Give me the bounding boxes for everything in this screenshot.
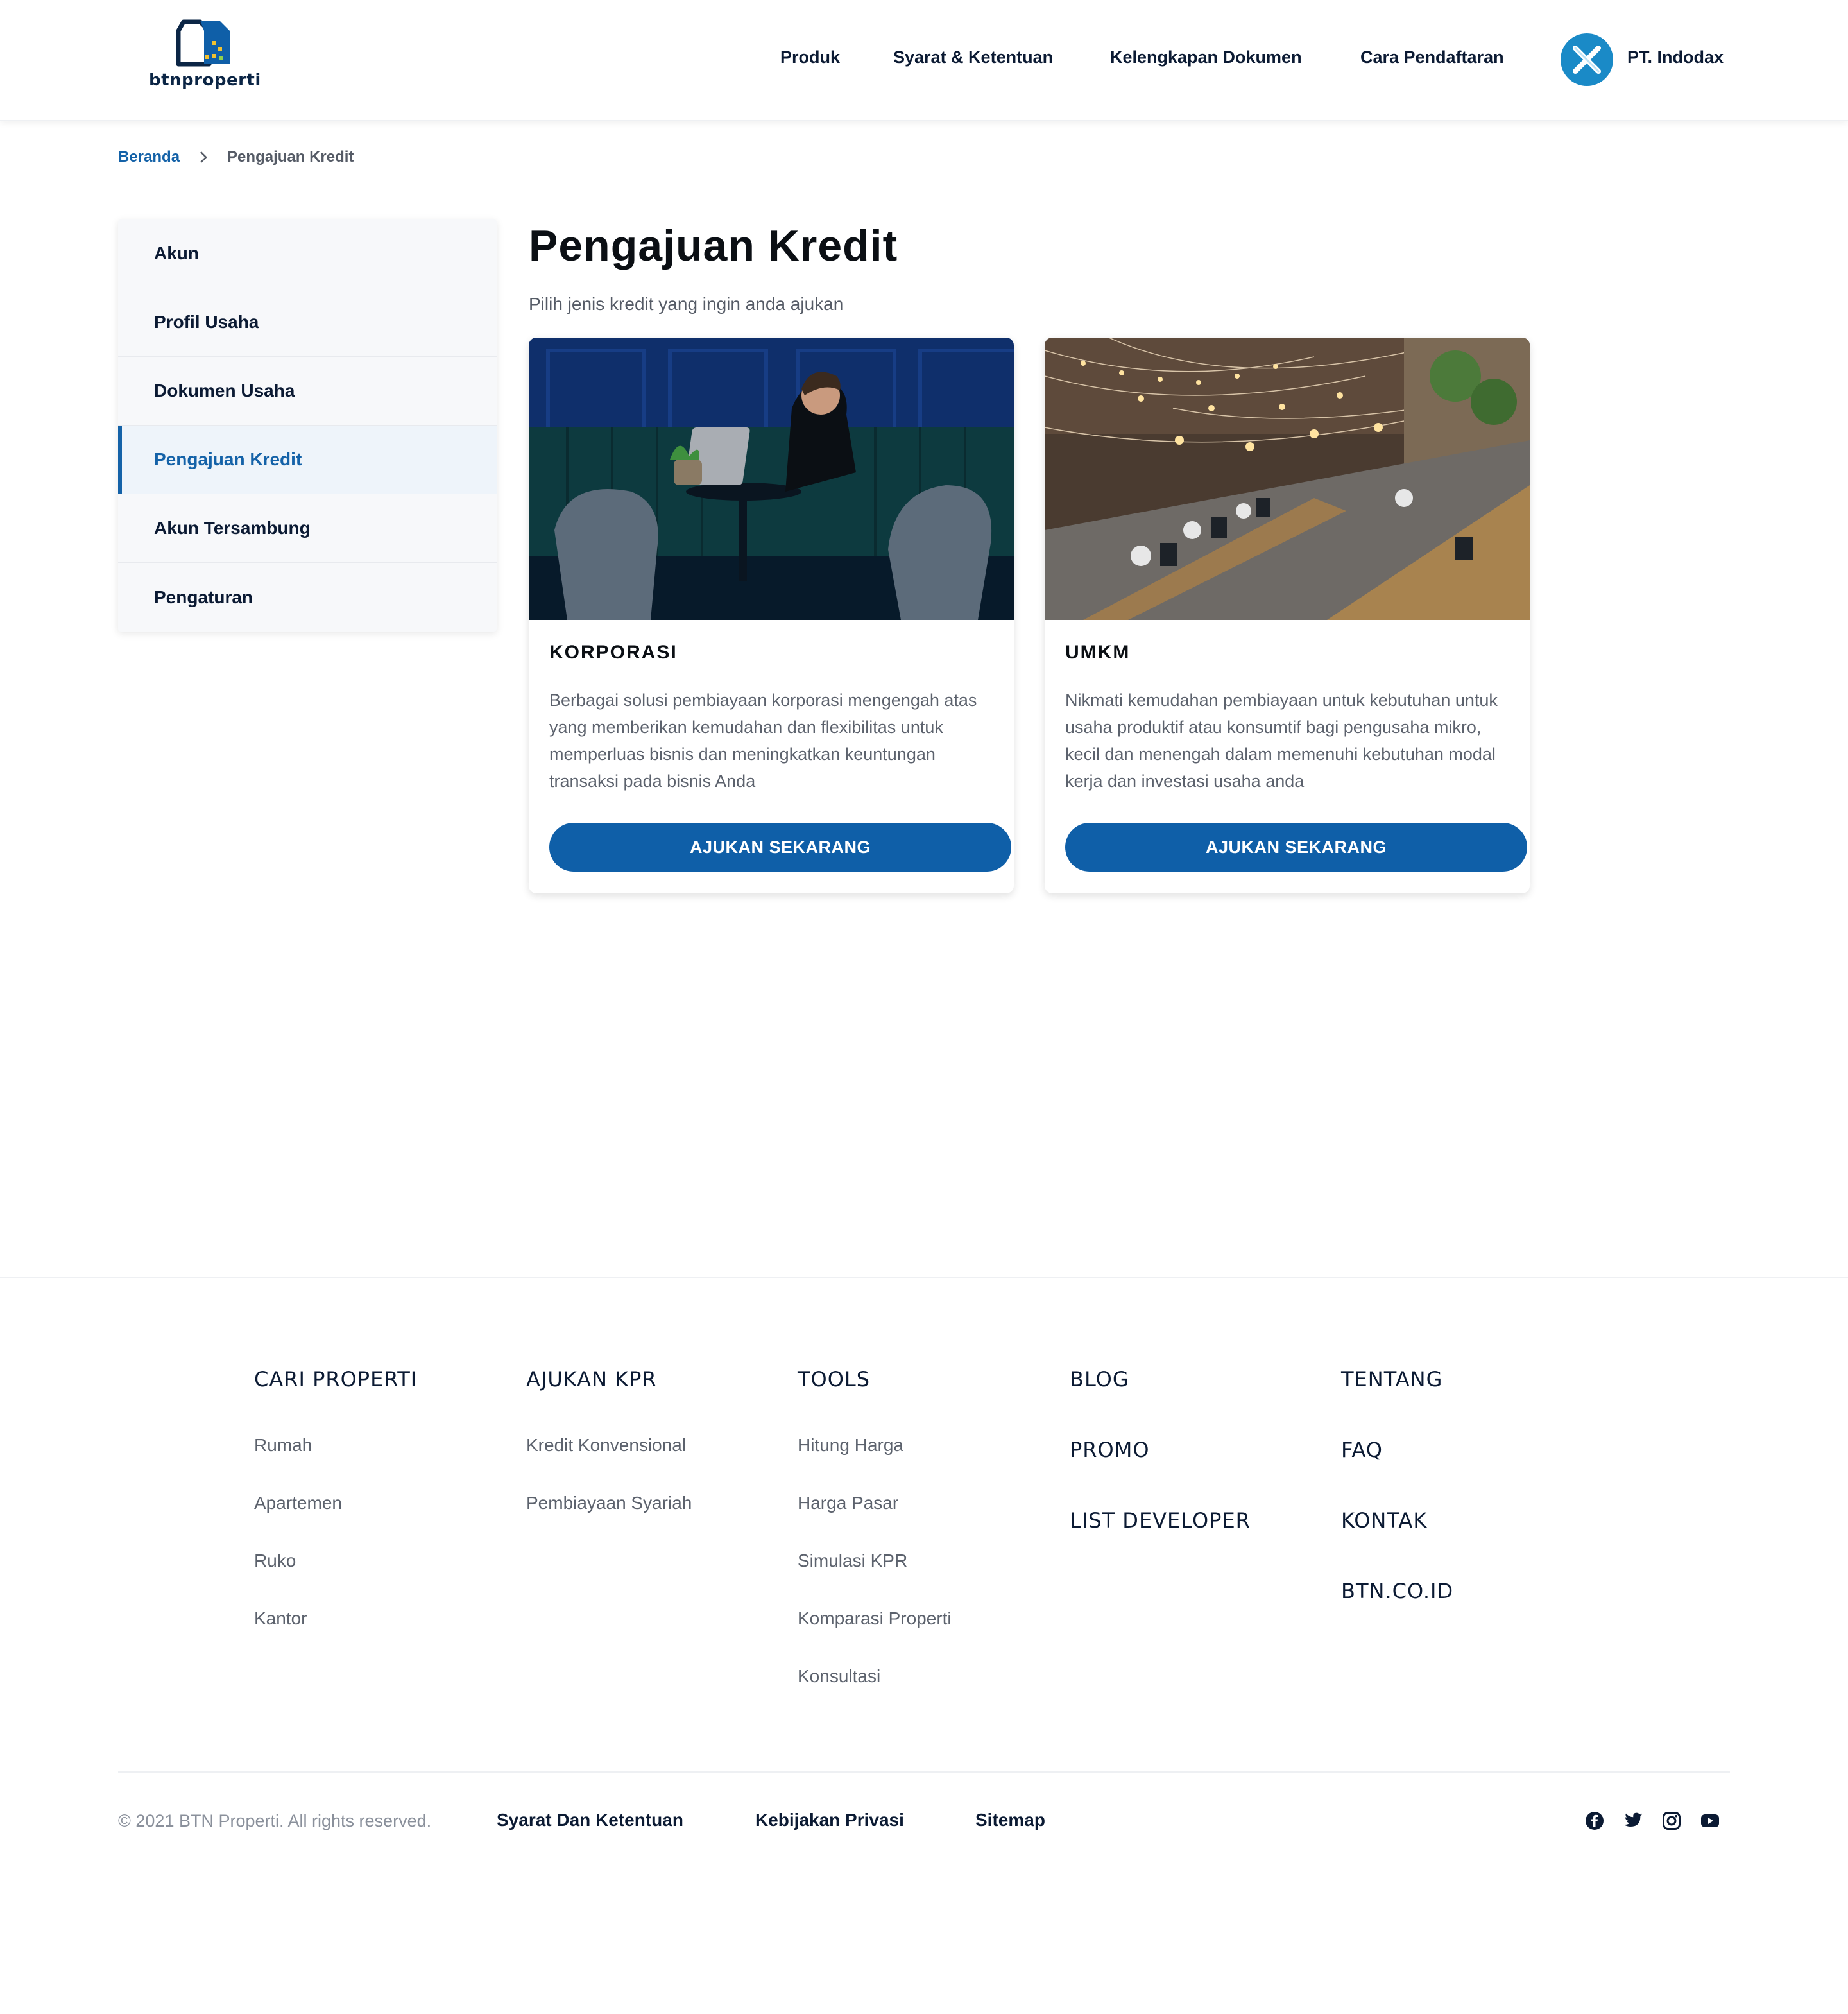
credit-card-korporasi: KORPORASI Berbagai solusi pembiayaan kor… bbox=[529, 338, 1014, 893]
sidebar-item-akun[interactable]: Akun bbox=[118, 219, 497, 288]
footer-link-kontak[interactable]: KONTAK bbox=[1341, 1508, 1427, 1533]
credit-card-umkm: UMKM Nikmati kemudahan pembiayaan untuk … bbox=[1045, 338, 1530, 893]
footer-link-promo[interactable]: PROMO bbox=[1070, 1438, 1150, 1462]
sidebar-item-pengajuan-kredit[interactable]: Pengajuan Kredit bbox=[118, 426, 497, 494]
breadcrumb-current: Pengajuan Kredit bbox=[227, 148, 354, 166]
bottom-divider bbox=[118, 1771, 1730, 1773]
footer-heading[interactable]: CARI PROPERTI bbox=[254, 1367, 417, 1391]
site-header: btnproperti Produk Syarat & Ketentuan Ke… bbox=[0, 0, 1848, 121]
footer-link[interactable]: Ruko bbox=[254, 1551, 296, 1571]
ajukan-umkm-button[interactable]: AJUKAN SEKARANG bbox=[1065, 823, 1527, 872]
breadcrumb-home[interactable]: Beranda bbox=[118, 148, 180, 166]
footer-link[interactable]: Rumah bbox=[254, 1435, 312, 1456]
footer-link-list-developer[interactable]: LIST DEVELOPER bbox=[1070, 1508, 1251, 1533]
instagram-icon[interactable] bbox=[1661, 1810, 1682, 1832]
nav-syarat-ketentuan[interactable]: Syarat & Ketentuan bbox=[893, 47, 1053, 67]
youtube-icon[interactable] bbox=[1699, 1810, 1721, 1832]
avatar[interactable] bbox=[1561, 33, 1613, 86]
footer-link[interactable]: Simulasi KPR bbox=[798, 1551, 907, 1571]
account-sidebar: Akun Profil Usaha Dokumen Usaha Pengajua… bbox=[118, 219, 497, 632]
footer-link-faq[interactable]: FAQ bbox=[1341, 1438, 1383, 1462]
card-title: UMKM bbox=[1065, 642, 1131, 663]
footer-link[interactable]: Komparasi Properti bbox=[798, 1608, 952, 1629]
footer-sitemap-link[interactable]: Sitemap bbox=[975, 1810, 1045, 1830]
footer-column-tools: TOOLS Hitung Harga Harga Pasar Simulasi … bbox=[798, 1367, 952, 1686]
korporasi-image bbox=[529, 338, 1014, 620]
footer-kebijakan-link[interactable]: Kebijakan Privasi bbox=[755, 1810, 904, 1830]
footer-link[interactable]: Hitung Harga bbox=[798, 1435, 903, 1456]
footer-link[interactable]: Konsultasi bbox=[798, 1666, 880, 1687]
footer-link[interactable]: Harga Pasar bbox=[798, 1493, 898, 1513]
footer-link[interactable]: Kantor bbox=[254, 1608, 307, 1629]
footer-link-blog[interactable]: BLOG bbox=[1070, 1367, 1129, 1391]
facebook-icon[interactable] bbox=[1584, 1810, 1605, 1832]
sidebar-item-profil-usaha[interactable]: Profil Usaha bbox=[118, 288, 497, 357]
footer-link[interactable]: Pembiayaan Syariah bbox=[526, 1493, 692, 1513]
twitter-icon[interactable] bbox=[1622, 1810, 1644, 1832]
nav-kelengkapan-dokumen[interactable]: Kelengkapan Dokumen bbox=[1110, 47, 1302, 67]
breadcrumb: Beranda Pengajuan Kredit bbox=[118, 148, 354, 167]
page-title: Pengajuan Kredit bbox=[529, 221, 898, 270]
footer-link[interactable]: Apartemen bbox=[254, 1493, 342, 1513]
card-description: Nikmati kemudahan pembiayaan untuk kebut… bbox=[1065, 691, 1498, 791]
logo[interactable]: btnproperti bbox=[149, 17, 261, 94]
footer-heading[interactable]: TOOLS bbox=[798, 1367, 870, 1391]
sidebar-item-dokumen-usaha[interactable]: Dokumen Usaha bbox=[118, 357, 497, 426]
nav-cara-pendaftaran[interactable]: Cara Pendaftaran bbox=[1360, 47, 1504, 67]
indodax-logo-icon bbox=[1573, 46, 1601, 74]
umkm-image bbox=[1045, 338, 1530, 620]
copyright: © 2021 BTN Properti. All rights reserved… bbox=[118, 1811, 432, 1830]
card-description: Berbagai solusi pembiayaan korporasi men… bbox=[549, 691, 977, 791]
house-logo-icon bbox=[176, 19, 230, 67]
footer-column-cari-properti: CARI PROPERTI Rumah Apartemen Ruko Kanto… bbox=[254, 1367, 417, 1628]
ajukan-korporasi-button[interactable]: AJUKAN SEKARANG bbox=[549, 823, 1011, 872]
page-subtitle: Pilih jenis kredit yang ingin anda ajuka… bbox=[529, 294, 844, 314]
sidebar-item-pengaturan[interactable]: Pengaturan bbox=[118, 563, 497, 632]
nav-produk[interactable]: Produk bbox=[780, 47, 840, 67]
footer-link[interactable]: Kredit Konvensional bbox=[526, 1435, 686, 1456]
chevron-right-icon bbox=[194, 148, 213, 167]
footer-syarat-link[interactable]: Syarat Dan Ketentuan bbox=[497, 1810, 683, 1830]
footer-column-ajukan-kpr: AJUKAN KPR Kredit Konvensional Pembiayaa… bbox=[526, 1367, 692, 1513]
footer-link-tentang[interactable]: TENTANG bbox=[1341, 1367, 1442, 1391]
sidebar-item-akun-tersambung[interactable]: Akun Tersambung bbox=[118, 494, 497, 563]
footer-heading[interactable]: AJUKAN KPR bbox=[526, 1367, 657, 1391]
footer-link-btn-co-id[interactable]: BTN.CO.ID bbox=[1341, 1579, 1453, 1603]
user-name[interactable]: PT. Indodax bbox=[1627, 47, 1724, 67]
footer-divider bbox=[0, 1277, 1848, 1278]
logo-text: btnproperti bbox=[149, 71, 261, 90]
card-title: KORPORASI bbox=[549, 642, 678, 663]
